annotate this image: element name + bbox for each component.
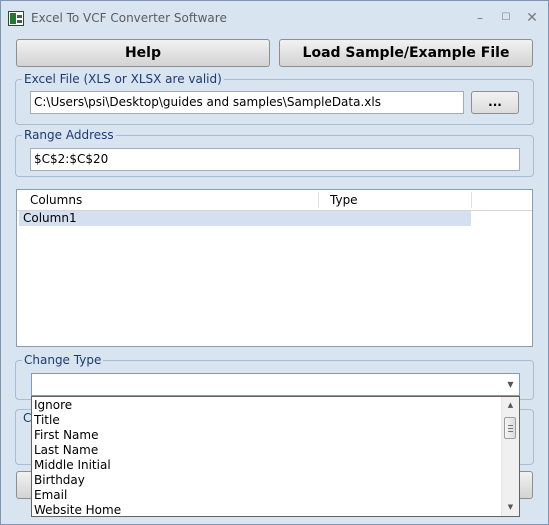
column-header-type[interactable]: Type (330, 193, 358, 207)
change-type-legend: Change Type (22, 353, 104, 367)
scroll-down-icon[interactable]: ▼ (502, 499, 519, 516)
dropdown-scrollbar[interactable]: ▲ ▼ (501, 397, 519, 516)
change-type-dropdown[interactable]: Ignore Title First Name Last Name Middle… (31, 396, 520, 517)
window-title: Excel To VCF Converter Software (31, 11, 227, 25)
browse-button[interactable]: ... (471, 91, 519, 114)
dropdown-option-first-name[interactable]: First Name (34, 428, 98, 443)
dropdown-option-last-name[interactable]: Last Name (34, 443, 98, 458)
maximize-icon[interactable]: ☐ (494, 9, 518, 27)
title-bar[interactable]: Excel To VCF Converter Software – ☐ ✕ (1, 1, 548, 35)
dropdown-option-ignore[interactable]: Ignore (34, 398, 72, 413)
columns-list[interactable]: Columns Type Column1 (16, 189, 533, 347)
spreadsheet-app-icon (8, 11, 24, 26)
dropdown-option-email[interactable]: Email (34, 488, 67, 503)
row-column-cell: Column1 (23, 211, 77, 225)
load-sample-button[interactable]: Load Sample/Example File (279, 39, 533, 67)
chevron-down-icon[interactable]: ▼ (502, 374, 519, 395)
excel-file-legend: Excel File (XLS or XLSX are valid) (22, 72, 224, 86)
dropdown-option-middle-initial[interactable]: Middle Initial (34, 458, 111, 473)
scroll-up-icon[interactable]: ▲ (502, 397, 519, 414)
help-button[interactable]: Help (16, 39, 270, 67)
table-row[interactable]: Column1 (19, 211, 471, 226)
minimize-icon[interactable]: – (468, 9, 492, 27)
dropdown-option-website-home[interactable]: Website Home (34, 503, 121, 518)
range-address-input[interactable]: $C$2:$C$20 (30, 148, 520, 171)
scrollbar-thumb[interactable] (504, 417, 516, 439)
columns-list-header: Columns Type (17, 190, 532, 211)
column-header-columns[interactable]: Columns (30, 193, 82, 207)
range-address-legend: Range Address (22, 128, 116, 142)
close-icon[interactable]: ✕ (520, 9, 544, 27)
app-window: Excel To VCF Converter Software – ☐ ✕ He… (0, 0, 549, 525)
dropdown-option-title[interactable]: Title (34, 413, 60, 428)
change-type-select[interactable]: ▼ (31, 373, 520, 396)
dropdown-option-birthday[interactable]: Birthday (34, 473, 85, 488)
excel-path-input[interactable]: C:\Users\psi\Desktop\guides and samples\… (30, 91, 464, 114)
